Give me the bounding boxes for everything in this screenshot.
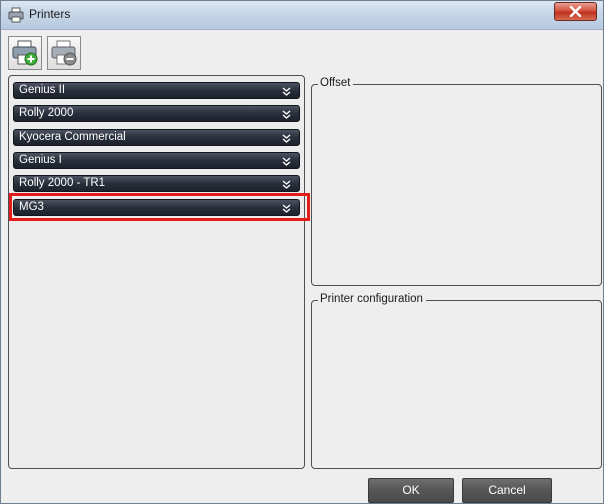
double-chevron-down-icon bbox=[282, 87, 291, 96]
printers-window: Printers Genius II Rolly 2000 Kyocera Co… bbox=[0, 0, 604, 504]
ok-button[interactable]: OK bbox=[368, 478, 454, 503]
add-printer-button[interactable] bbox=[8, 36, 42, 70]
printer-item-mg3[interactable]: MG3 bbox=[13, 199, 300, 216]
offset-group: Offset bbox=[311, 77, 602, 286]
close-button[interactable] bbox=[554, 2, 597, 21]
double-chevron-down-icon bbox=[282, 134, 291, 143]
printer-add-icon bbox=[12, 40, 38, 66]
printer-item-genius-i[interactable]: Genius I bbox=[13, 152, 300, 169]
printer-item-label: Genius II bbox=[19, 84, 66, 96]
remove-printer-button[interactable] bbox=[47, 36, 81, 70]
printer-list-panel: Genius II Rolly 2000 Kyocera Commercial … bbox=[8, 75, 310, 469]
printer-item-label: Genius I bbox=[19, 154, 62, 166]
cancel-button[interactable]: Cancel bbox=[462, 478, 552, 503]
double-chevron-down-icon bbox=[282, 180, 291, 189]
printer-configuration-group: Printer configuration bbox=[311, 293, 602, 469]
printer-item-genius-ii[interactable]: Genius II bbox=[13, 82, 300, 99]
printer-item-label: Rolly 2000 - TR1 bbox=[19, 177, 106, 189]
double-chevron-down-icon bbox=[282, 110, 291, 119]
printer-remove-icon bbox=[51, 40, 77, 66]
printer-item-kyocera-commercial[interactable]: Kyocera Commercial bbox=[13, 129, 300, 146]
title-bar[interactable]: Printers bbox=[1, 1, 603, 30]
printer-item-rolly-2000[interactable]: Rolly 2000 bbox=[13, 105, 300, 122]
close-icon bbox=[569, 6, 582, 17]
offset-group-label: Offset bbox=[318, 77, 354, 89]
toolbar bbox=[1, 30, 603, 74]
printer-item-label: Rolly 2000 bbox=[19, 107, 74, 119]
double-chevron-down-icon bbox=[282, 204, 291, 213]
printer-item-label: MG3 bbox=[19, 201, 44, 213]
printer-icon bbox=[8, 7, 24, 23]
printer-configuration-label: Printer configuration bbox=[318, 293, 426, 305]
printer-item-label: Kyocera Commercial bbox=[19, 131, 126, 143]
printer-item-rolly-2000-tr1[interactable]: Rolly 2000 - TR1 bbox=[13, 175, 300, 192]
window-title: Printers bbox=[29, 7, 71, 21]
double-chevron-down-icon bbox=[282, 157, 291, 166]
